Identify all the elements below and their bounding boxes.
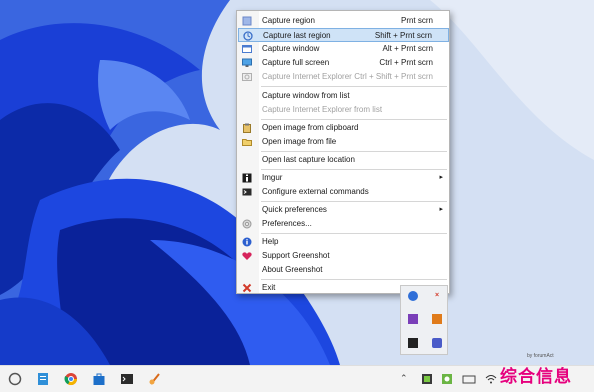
capture-full-screen-icon: [242, 58, 252, 67]
chrome-icon[interactable]: [64, 372, 78, 386]
capture-ie-icon: [242, 73, 252, 81]
clipboard-icon: [243, 123, 251, 133]
menu-item-capture-internet-explorer[interactable]: Capture Internet Explorer Ctrl + Shift +…: [238, 70, 449, 84]
menu-item-label: Open image from clipboard: [262, 123, 359, 132]
menu-item-capture-ie-from-list[interactable]: Capture Internet Explorer from list: [238, 103, 449, 117]
menu-item-shortcut: Shift + Prnt scrn: [374, 31, 432, 40]
menu-item-open-last-capture-location[interactable]: Open last capture location: [238, 153, 449, 167]
menu-item-capture-full-screen[interactable]: Capture full screen Ctrl + Prnt scrn: [238, 56, 449, 70]
keyboard-icon[interactable]: [462, 372, 476, 386]
menu-item-open-image-from-clipboard[interactable]: Open image from clipboard: [238, 121, 449, 135]
menu-item-label: Capture Internet Explorer from list: [262, 105, 383, 114]
menu-item-label: Configure external commands: [262, 187, 369, 196]
menu-separator: [261, 86, 447, 87]
menu-item-label: Quick preferences: [262, 205, 327, 214]
menu-item-label: Capture last region: [263, 31, 331, 40]
menu-item-about-greenshot[interactable]: About Greenshot: [238, 263, 449, 277]
exit-icon: [242, 283, 252, 293]
preferences-icon: [242, 219, 252, 229]
menu-item-configure-external-commands[interactable]: Configure external commands: [238, 185, 449, 199]
teams-icon[interactable]: [432, 338, 442, 348]
menu-item-shortcut: Ctrl + Shift + Prnt scrn: [354, 72, 433, 81]
menu-item-label: Capture full screen: [262, 58, 330, 67]
menu-item-quick-preferences[interactable]: Quick preferences ▸: [238, 203, 449, 217]
menu-item-label: Capture window from list: [262, 91, 350, 100]
capture-window-icon: [242, 45, 252, 53]
heart-icon: [242, 252, 252, 260]
menu-item-preferences[interactable]: Preferences...: [238, 217, 449, 231]
tray-app-icon[interactable]: [420, 372, 434, 386]
submenu-arrow-icon: ▸: [439, 206, 443, 213]
watermark-subtext: by forumAct: [527, 353, 554, 359]
store-icon[interactable]: [92, 372, 106, 386]
menu-item-label: Capture Internet Explorer: [262, 72, 352, 81]
tray-blue-icon[interactable]: [408, 291, 418, 301]
submenu-arrow-icon: ▸: [439, 174, 443, 181]
menu-item-label: Support Greenshot: [262, 251, 330, 260]
menu-separator: [261, 233, 447, 234]
menu-item-help[interactable]: Help: [238, 235, 449, 249]
paint-icon[interactable]: [148, 372, 162, 386]
menu-item-label: Help: [262, 237, 279, 246]
capture-region-icon: [242, 16, 252, 26]
tray-chevron-up-icon[interactable]: ⌃: [400, 371, 410, 385]
menu-item-label: Exit: [262, 283, 276, 292]
menu-item-label: Preferences...: [262, 219, 312, 228]
notepad-icon[interactable]: [36, 372, 50, 386]
menu-item-capture-region[interactable]: Capture region Prnt scrn: [238, 14, 449, 28]
start-icon[interactable]: [8, 372, 22, 386]
greenshot-tray-icon[interactable]: [440, 372, 454, 386]
onenote-icon[interactable]: [408, 314, 418, 324]
tray-vim-icon[interactable]: [408, 338, 418, 348]
menu-item-capture-window[interactable]: Capture window Alt + Prnt scrn: [238, 42, 449, 56]
imgur-icon: [242, 173, 252, 183]
menu-item-support-greenshot[interactable]: Support Greenshot: [238, 249, 449, 263]
tray-overflow-panel: ×: [400, 285, 448, 355]
menu-item-label: Open last capture location: [262, 155, 355, 164]
menu-separator: [261, 151, 447, 152]
menu-item-label: Open image from file: [262, 137, 337, 146]
greenshot-context-menu: Capture region Prnt scrn Capture last re…: [236, 10, 450, 294]
menu-item-open-image-from-file[interactable]: Open image from file: [238, 135, 449, 149]
menu-separator: [261, 201, 447, 202]
capture-last-region-icon: [243, 31, 253, 41]
watermark-text: 综合信息: [500, 367, 572, 387]
menu-separator: [261, 169, 447, 170]
menu-item-label: Imgur: [262, 173, 283, 182]
menu-item-capture-window-from-list[interactable]: Capture window from list: [238, 89, 449, 103]
menu-item-shortcut: Ctrl + Prnt scrn: [379, 58, 433, 67]
menu-item-shortcut: Prnt scrn: [400, 16, 433, 25]
menu-item-shortcut: Alt + Prnt scrn: [382, 44, 433, 53]
tray-orange-icon[interactable]: [432, 314, 442, 324]
menu-item-label: About Greenshot: [262, 265, 323, 274]
menu-item-label: Capture window: [262, 44, 320, 53]
terminal-icon[interactable]: [120, 372, 134, 386]
tray-red-x-icon[interactable]: ×: [432, 291, 442, 301]
menu-item-imgur[interactable]: Imgur ▸: [238, 171, 449, 185]
open-file-icon: [242, 139, 252, 146]
menu-item-label: Capture region: [262, 16, 315, 25]
menu-separator: [261, 119, 447, 120]
wifi-icon[interactable]: [484, 372, 498, 386]
menu-item-capture-last-region[interactable]: Capture last region Shift + Prnt scrn: [238, 28, 449, 42]
help-icon: [242, 237, 252, 247]
external-commands-icon: [242, 188, 252, 196]
menu-separator: [261, 279, 447, 280]
